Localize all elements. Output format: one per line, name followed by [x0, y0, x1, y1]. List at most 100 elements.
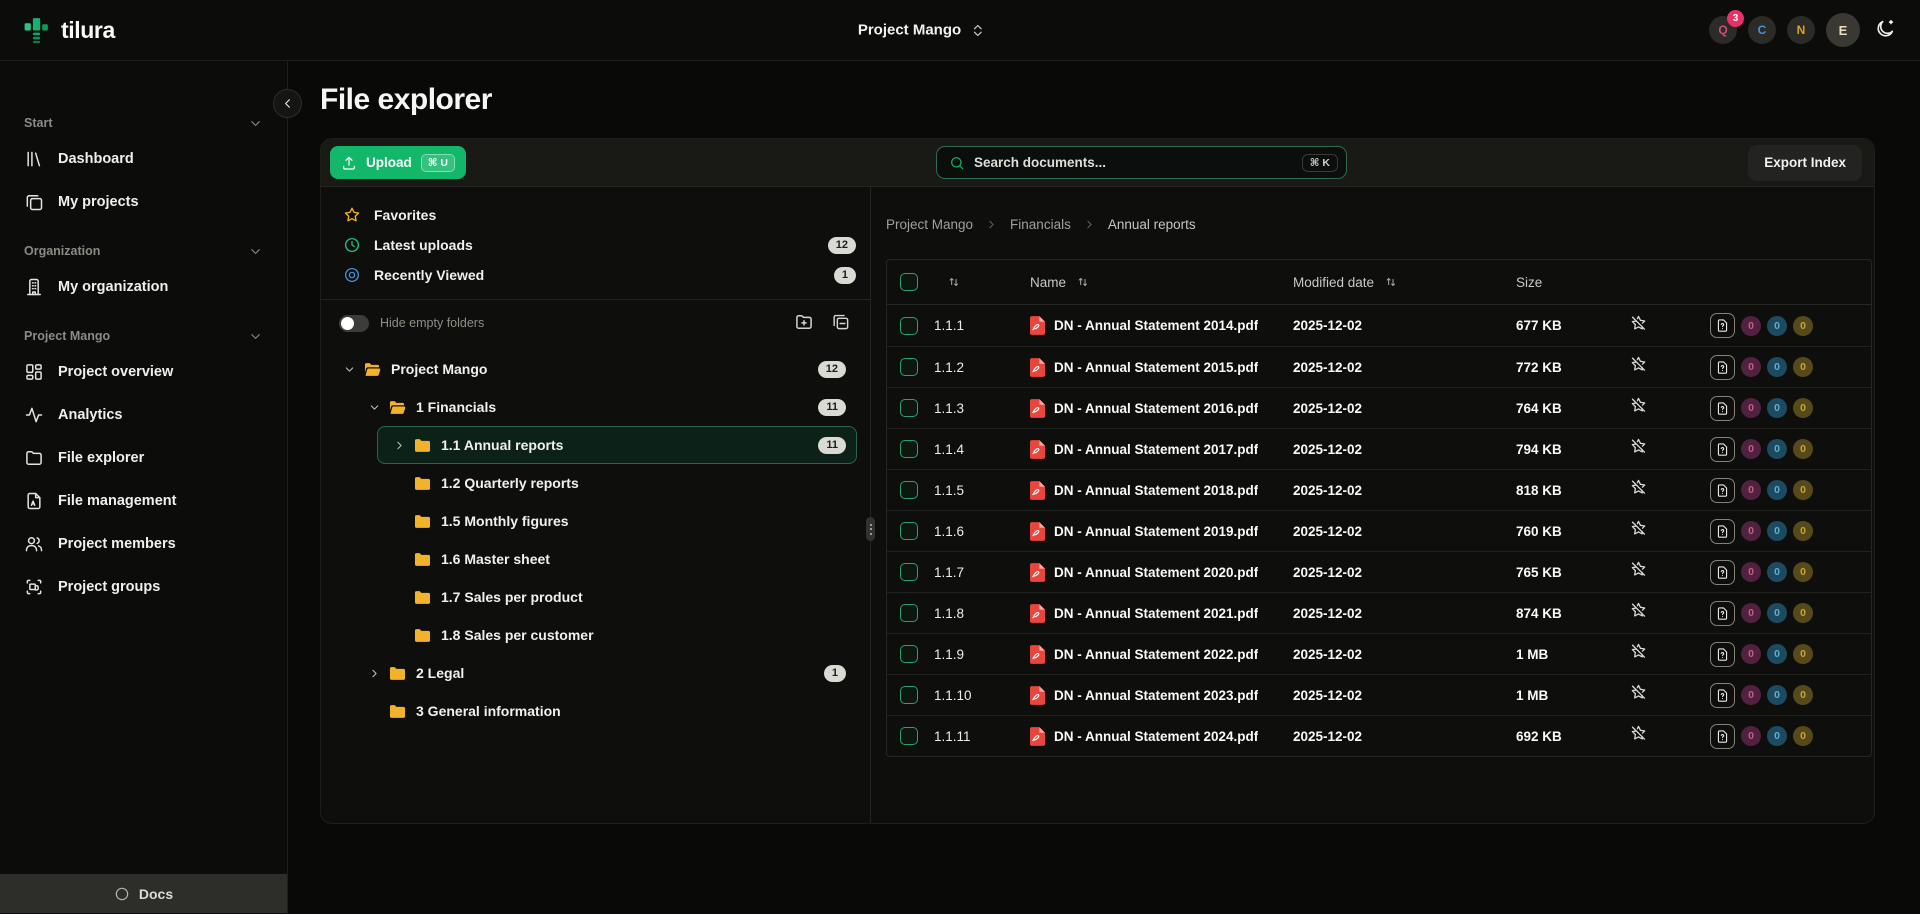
star-off-icon[interactable]: [1630, 602, 1647, 619]
row-checkbox[interactable]: [900, 481, 918, 499]
row-checkbox[interactable]: [900, 399, 918, 417]
search-box[interactable]: ⌘ K: [936, 146, 1347, 179]
star-off-icon[interactable]: [1630, 725, 1647, 742]
tree-node-1-8-sales-per-customer[interactable]: 1.8 Sales per customer: [377, 616, 857, 654]
table-row[interactable]: 1.1.1DN - Annual Statement 2014.pdf2025-…: [887, 305, 1871, 346]
tree-node-1-2-quarterly-reports[interactable]: 1.2 Quarterly reports: [377, 464, 857, 502]
breadcrumb-item-financials[interactable]: Financials: [1010, 217, 1071, 232]
export-index-button[interactable]: Export Index: [1748, 145, 1862, 181]
sidebar-section-header-project-mango[interactable]: Project Mango: [0, 322, 287, 350]
avatar-q[interactable]: Q3: [1709, 16, 1737, 44]
breadcrumb-item-annual-reports[interactable]: Annual reports: [1108, 217, 1196, 232]
file-question-button[interactable]: [1710, 478, 1735, 503]
sidebar-item-file-management[interactable]: File management: [0, 479, 287, 522]
chevron-right-icon[interactable]: [368, 667, 387, 680]
table-row[interactable]: 1.1.10DN - Annual Statement 2023.pdf2025…: [887, 674, 1871, 715]
tree-node-1-7-sales-per-product[interactable]: 1.7 Sales per product: [377, 578, 857, 616]
file-question-button[interactable]: [1710, 313, 1735, 338]
avatar-e[interactable]: E: [1826, 13, 1860, 47]
table-row[interactable]: 1.1.4DN - Annual Statement 2017.pdf2025-…: [887, 428, 1871, 469]
star-off-icon[interactable]: [1630, 684, 1647, 701]
theme-toggle-button[interactable]: [1874, 18, 1896, 43]
sidebar-section-header-start[interactable]: Start: [0, 109, 287, 137]
star-off-icon[interactable]: [1630, 561, 1647, 578]
sidebar-item-dashboard[interactable]: Dashboard: [0, 137, 287, 180]
star-off-icon[interactable]: [1630, 397, 1647, 414]
row-checkbox[interactable]: [900, 440, 918, 458]
file-question-button[interactable]: [1710, 519, 1735, 544]
brand[interactable]: tilura: [22, 15, 115, 46]
upload-button[interactable]: Upload ⌘ U: [330, 146, 466, 179]
row-checkbox[interactable]: [900, 522, 918, 540]
file-question-button[interactable]: [1710, 724, 1735, 749]
collapse-all-button[interactable]: [831, 312, 850, 335]
sidebar-section-header-organization[interactable]: Organization: [0, 237, 287, 265]
row-checkbox[interactable]: [900, 727, 918, 745]
chevron-down-icon[interactable]: [343, 363, 362, 376]
file-question-button[interactable]: [1710, 642, 1735, 667]
avatar-n[interactable]: N: [1787, 16, 1815, 44]
pane-resize-handle[interactable]: [866, 517, 875, 541]
table-row[interactable]: 1.1.3DN - Annual Statement 2016.pdf2025-…: [887, 387, 1871, 428]
star-off-icon[interactable]: [1630, 315, 1647, 332]
sidebar-item-my-projects[interactable]: My projects: [0, 180, 287, 223]
star-off-icon[interactable]: [1630, 520, 1647, 537]
row-checkbox[interactable]: [900, 358, 918, 376]
row-checkbox[interactable]: [900, 604, 918, 622]
table-row[interactable]: 1.1.2DN - Annual Statement 2015.pdf2025-…: [887, 346, 1871, 387]
quick-access-latest-uploads[interactable]: Latest uploads12: [321, 230, 870, 260]
folder-closed-icon: [412, 588, 432, 607]
sort-id-icon[interactable]: [947, 275, 961, 289]
breadcrumb-item-project-mango[interactable]: Project Mango: [886, 217, 973, 232]
file-question-button[interactable]: [1710, 560, 1735, 585]
table-row[interactable]: 1.1.11DN - Annual Statement 2024.pdf2025…: [887, 715, 1871, 756]
star-off-icon[interactable]: [1630, 643, 1647, 660]
chevron-right-icon[interactable]: [393, 439, 412, 452]
project-selector[interactable]: Project Mango: [858, 22, 986, 39]
table-row[interactable]: 1.1.9DN - Annual Statement 2022.pdf2025-…: [887, 633, 1871, 674]
search-input[interactable]: [974, 155, 1293, 170]
file-question-button[interactable]: [1710, 396, 1735, 421]
tree-node-project-mango[interactable]: Project Mango12: [327, 350, 857, 388]
sidebar-item-my-organization[interactable]: My organization: [0, 265, 287, 308]
row-checkbox[interactable]: [900, 645, 918, 663]
avatar-c[interactable]: C: [1748, 16, 1776, 44]
star-off-icon[interactable]: [1630, 438, 1647, 455]
sort-modified-icon[interactable]: [1384, 275, 1398, 289]
file-question-button[interactable]: [1710, 601, 1735, 626]
quick-access-recently-viewed[interactable]: Recently Viewed1: [321, 260, 870, 290]
star-off-icon[interactable]: [1630, 479, 1647, 496]
tree-node-1-1-annual-reports[interactable]: 1.1 Annual reports11: [377, 426, 857, 464]
sidebar-item-project-members[interactable]: Project members: [0, 522, 287, 565]
hide-empty-folders-toggle[interactable]: [339, 315, 369, 332]
star-off-icon[interactable]: [1630, 356, 1647, 373]
table-row[interactable]: 1.1.5DN - Annual Statement 2018.pdf2025-…: [887, 469, 1871, 510]
table-row[interactable]: 1.1.7DN - Annual Statement 2020.pdf2025-…: [887, 551, 1871, 592]
row-checkbox[interactable]: [900, 686, 918, 704]
chevron-down-icon[interactable]: [368, 401, 387, 414]
quick-access-favorites[interactable]: Favorites: [321, 200, 870, 230]
file-id: 1.1.2: [934, 360, 1030, 375]
table-row[interactable]: 1.1.6DN - Annual Statement 2019.pdf2025-…: [887, 510, 1871, 551]
sidebar-item-docs[interactable]: Docs: [0, 874, 287, 913]
sidebar-item-project-overview[interactable]: Project overview: [0, 350, 287, 393]
new-folder-button[interactable]: [794, 312, 814, 335]
sort-name-icon[interactable]: [1076, 275, 1090, 289]
table-row[interactable]: 1.1.8DN - Annual Statement 2021.pdf2025-…: [887, 592, 1871, 633]
tree-node-1-financials[interactable]: 1 Financials11: [352, 388, 857, 426]
file-question-button[interactable]: [1710, 437, 1735, 462]
tree-node-1-6-master-sheet[interactable]: 1.6 Master sheet: [377, 540, 857, 578]
count-circle-2: 0: [1793, 644, 1813, 664]
sidebar-collapse-button[interactable]: [273, 89, 302, 118]
sidebar-item-file-explorer[interactable]: File explorer: [0, 436, 287, 479]
row-checkbox[interactable]: [900, 563, 918, 581]
file-question-button[interactable]: [1710, 683, 1735, 708]
tree-node-1-5-monthly-figures[interactable]: 1.5 Monthly figures: [377, 502, 857, 540]
select-all-checkbox[interactable]: [900, 273, 918, 291]
row-checkbox[interactable]: [900, 317, 918, 335]
sidebar-item-project-groups[interactable]: Project groups: [0, 565, 287, 608]
sidebar-item-analytics[interactable]: Analytics: [0, 393, 287, 436]
tree-node-2-legal[interactable]: 2 Legal1: [352, 654, 857, 692]
tree-node-3-general-information[interactable]: 3 General information: [352, 692, 857, 730]
file-question-button[interactable]: [1710, 355, 1735, 380]
